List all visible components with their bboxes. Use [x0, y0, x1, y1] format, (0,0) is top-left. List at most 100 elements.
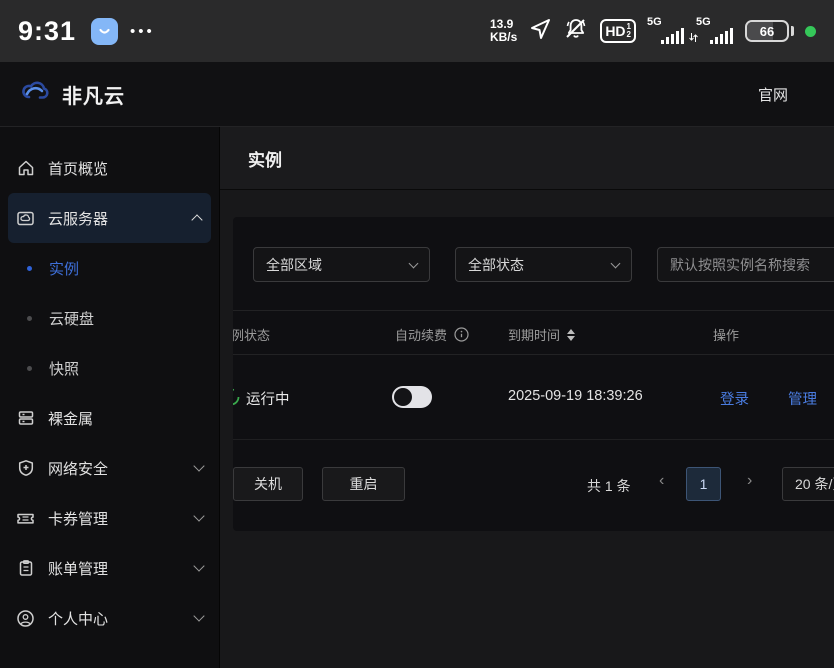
prev-page-button[interactable]: ‹ — [659, 472, 664, 490]
toggle-knob — [394, 388, 412, 406]
hd-sim2: 2 — [627, 31, 631, 39]
sidebar-item-cloud-server[interactable]: 云服务器 — [8, 193, 211, 243]
col-actions: 操作 — [713, 325, 739, 344]
sort-carets-icon[interactable] — [567, 329, 575, 341]
sim1-network-type: 5G — [647, 16, 662, 28]
chevron-down-icon — [193, 510, 204, 521]
sidebar-item-label: 实例 — [49, 258, 79, 279]
bare-metal-icon — [16, 409, 35, 428]
mic-camera-indicator-dot — [805, 26, 816, 37]
home-icon — [16, 159, 35, 178]
bill-icon — [16, 559, 35, 578]
col-label: 实例状态 — [233, 325, 270, 344]
col-label: 自动续费 — [395, 325, 447, 344]
table-footer: 关机 重启 共 1 条 ‹ 1 › 20 条/页 — [233, 467, 834, 507]
sidebar-item-label: 裸金属 — [48, 408, 93, 429]
network-speed: 13.9 KB/s — [490, 18, 517, 43]
app-notification-icon — [91, 18, 118, 45]
filter-bar: 全部区域 全部状态 — [253, 247, 834, 282]
bullet-dot-icon — [27, 366, 32, 371]
instance-status-text: 运行中 — [246, 388, 290, 409]
sidebar-item-network-security[interactable]: 网络安全 — [0, 443, 219, 493]
bullet-dot-icon — [27, 316, 32, 321]
signal-sim1-icon: 5G — [647, 16, 685, 46]
info-circle-icon[interactable] — [454, 327, 469, 342]
instance-panel: 全部区域 全部状态 实例状态 自动续费 — [233, 217, 834, 531]
running-status-icon — [233, 387, 241, 412]
main-content: 实例 全部区域 全部状态 实例状态 自动续费 — [220, 127, 834, 668]
status-bar: 9:31 ••• 13.9 KB/s HD 1 2 5G — [0, 0, 834, 62]
shield-icon — [16, 459, 35, 478]
region-select[interactable]: 全部区域 — [253, 247, 430, 282]
current-page-button[interactable]: 1 — [686, 467, 721, 501]
user-icon — [16, 609, 35, 628]
battery-percent: 66 — [760, 24, 774, 39]
sidebar-item-billing-management[interactable]: 账单管理 — [0, 543, 219, 593]
sidebar-item-label: 快照 — [49, 358, 79, 379]
page-title: 实例 — [248, 146, 282, 171]
sidebar-item-overview[interactable]: 首页概览 — [0, 143, 219, 193]
sidebar-item-label: 首页概览 — [48, 158, 108, 179]
col-label: 到期时间 — [508, 325, 560, 344]
brand-logo-icon — [20, 80, 52, 109]
col-instance-status: 实例状态 — [233, 325, 270, 344]
auto-renew-toggle[interactable] — [392, 386, 432, 408]
sim2-network-type: 5G — [696, 16, 711, 28]
sidebar-item-cloud-disk[interactable]: 云硬盘 — [0, 293, 219, 343]
total-count-text: 共 1 条 — [587, 476, 631, 496]
manage-link[interactable]: 管理 — [788, 388, 817, 409]
network-speed-unit: KB/s — [490, 31, 517, 44]
sidebar-item-coupon-management[interactable]: 卡券管理 — [0, 493, 219, 543]
region-select-value: 全部区域 — [266, 255, 322, 275]
sidebar-item-label: 个人中心 — [48, 608, 108, 629]
instance-table-row: 运行中 2025-09-19 18:39:26 登录 管理 — [233, 355, 834, 440]
status-select[interactable]: 全部状态 — [455, 247, 632, 282]
instance-search-input[interactable] — [657, 247, 834, 282]
sidebar-item-personal-center[interactable]: 个人中心 — [0, 593, 219, 643]
battery-nub — [791, 26, 794, 36]
table-header-row: 实例状态 自动续费 到期时间 操作 — [233, 310, 834, 355]
cloud-server-icon — [16, 209, 35, 228]
chevron-down-icon — [611, 258, 621, 268]
location-arrow-icon — [528, 17, 552, 46]
page-size-select[interactable]: 20 条/页 — [782, 467, 834, 501]
sidebar-item-label: 云服务器 — [48, 208, 108, 229]
sidebar-nav: 首页概览 云服务器 实例 云硬盘 快照 裸金属 — [0, 127, 220, 668]
status-indicators: 13.9 KB/s HD 1 2 5G — [490, 16, 816, 47]
brand-name: 非凡云 — [62, 80, 125, 109]
more-notifications-icon: ••• — [130, 23, 155, 40]
page-title-bar: 实例 — [220, 127, 834, 190]
sidebar-item-label: 云硬盘 — [49, 308, 94, 329]
page-size-value: 20 条/页 — [795, 474, 834, 494]
chevron-down-icon — [193, 560, 204, 571]
sidebar-item-bare-metal[interactable]: 裸金属 — [0, 393, 219, 443]
status-select-value: 全部状态 — [468, 255, 524, 275]
official-site-link[interactable]: 官网 — [758, 84, 788, 105]
hd-label: HD — [605, 23, 625, 39]
chevron-down-icon — [193, 610, 204, 621]
shutdown-button[interactable]: 关机 — [233, 467, 303, 501]
col-label: 操作 — [713, 325, 739, 344]
sidebar-item-instances[interactable]: 实例 — [0, 243, 219, 293]
sidebar-item-label: 卡券管理 — [48, 508, 108, 529]
chevron-down-icon — [409, 258, 419, 268]
sidebar-item-snapshot[interactable]: 快照 — [0, 343, 219, 393]
chevron-up-icon — [191, 214, 202, 225]
mute-bell-icon — [563, 16, 589, 47]
battery-icon: 66 — [745, 20, 789, 42]
signal-sim2-icon: 5G — [696, 16, 734, 46]
col-auto-renew: 自动续费 — [395, 325, 469, 344]
sidebar-item-label: 账单管理 — [48, 558, 108, 579]
clock: 9:31 — [18, 16, 76, 47]
chevron-down-icon — [193, 460, 204, 471]
volte-hd-icon: HD 1 2 — [600, 19, 636, 43]
expire-time-value: 2025-09-19 18:39:26 — [508, 388, 643, 404]
login-link[interactable]: 登录 — [720, 388, 749, 409]
app-header: 非凡云 官网 — [0, 62, 834, 127]
bullet-dot-icon — [27, 266, 32, 271]
col-expire-time: 到期时间 — [508, 325, 575, 344]
restart-button[interactable]: 重启 — [322, 467, 405, 501]
next-page-button[interactable]: › — [747, 472, 752, 490]
ticket-icon — [16, 509, 35, 528]
sidebar-item-label: 网络安全 — [48, 458, 108, 479]
